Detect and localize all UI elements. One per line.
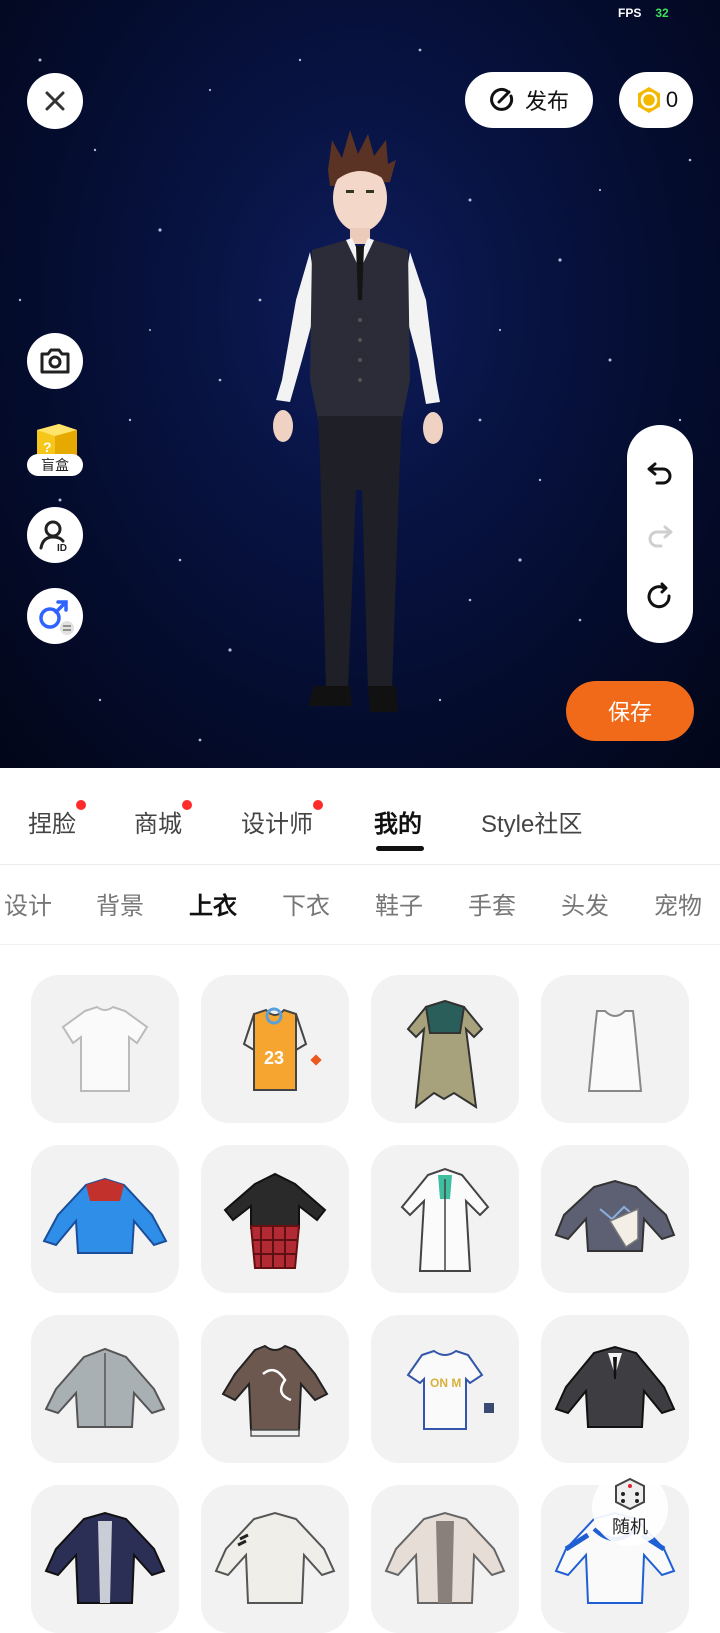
- tab-mall[interactable]: 商城: [134, 800, 192, 839]
- white-tshirt-icon: [61, 1005, 149, 1092]
- redo-button[interactable]: [636, 510, 684, 558]
- random-button[interactable]: 随机: [592, 1470, 668, 1546]
- undo-button[interactable]: [636, 447, 684, 495]
- tab-mall-label: 商城: [134, 811, 182, 838]
- publish-label: 发布: [524, 89, 569, 114]
- category-gloves[interactable]: 手套: [468, 886, 516, 921]
- tab-face[interactable]: 捏脸: [28, 800, 86, 839]
- active-tab-indicator: [376, 846, 424, 851]
- category-design[interactable]: 设计: [4, 886, 52, 921]
- white-shirt-jacket-icon: [214, 1511, 336, 1604]
- notification-dot: [76, 800, 86, 810]
- category-bottoms[interactable]: 下衣: [282, 886, 330, 921]
- svg-text:ON M: ON M: [430, 1376, 461, 1390]
- item-tile[interactable]: [541, 1315, 689, 1463]
- fps-counter: FPS 32: [618, 6, 669, 20]
- orange-jersey-icon: 23: [242, 1007, 322, 1091]
- coin-count: 0: [665, 87, 679, 112]
- blind-box-button[interactable]: ? 盲盒: [27, 416, 83, 482]
- svg-text:ID: ID: [57, 543, 67, 552]
- publish-icon: [490, 87, 514, 111]
- tab-mine[interactable]: 我的: [374, 804, 422, 839]
- dice-icon: [615, 1477, 645, 1511]
- black-hoodie-plaid-icon: [223, 1172, 327, 1269]
- svg-text:?: ?: [43, 439, 52, 455]
- navy-jacket-icon: [44, 1511, 166, 1604]
- camera-icon: [40, 348, 70, 374]
- item-tile[interactable]: [541, 975, 689, 1123]
- dark-suit-jacket-icon: [554, 1345, 676, 1428]
- avatar-id-button[interactable]: ID: [27, 507, 83, 563]
- item-tile[interactable]: [31, 1315, 179, 1463]
- category-pets[interactable]: 宠物: [654, 886, 702, 921]
- category-hair[interactable]: 头发: [561, 886, 609, 921]
- notification-dot: [182, 800, 192, 810]
- avatar-character[interactable]: [250, 130, 470, 740]
- redo-icon: [648, 525, 673, 548]
- publish-button[interactable]: 发布: [465, 72, 593, 128]
- svg-text:23: 23: [264, 1048, 284, 1068]
- avatar-scene[interactable]: FPS 32 发布 0 ? 盲盒 ID 保存: [0, 0, 720, 768]
- blue-jacket-icon: [42, 1177, 168, 1254]
- coin-icon: [637, 87, 660, 113]
- gender-switch-button[interactable]: [27, 588, 83, 644]
- tab-designer-label: 设计师: [241, 811, 313, 838]
- camera-button[interactable]: [27, 333, 83, 389]
- brown-tshirt-icon: [221, 1344, 329, 1437]
- history-controls: [627, 425, 693, 643]
- blind-box-label: 盲盒: [27, 454, 83, 476]
- tab-mine-label: 我的: [374, 811, 422, 838]
- notification-dot: [313, 800, 323, 810]
- item-tile[interactable]: [31, 975, 179, 1123]
- white-tank-top-icon: [587, 1010, 643, 1092]
- category-background[interactable]: 背景: [96, 886, 144, 921]
- item-tile[interactable]: [371, 1485, 519, 1633]
- male-gender-icon: [39, 600, 74, 635]
- item-tile[interactable]: 23: [201, 975, 349, 1123]
- fps-value: 32: [655, 6, 669, 20]
- white-labcoat-icon: [400, 1167, 490, 1272]
- tab-designer[interactable]: 设计师: [241, 800, 323, 839]
- white-jersey-icon: ON M: [406, 1349, 494, 1430]
- reset-button[interactable]: [636, 573, 684, 621]
- item-tile[interactable]: [371, 1145, 519, 1293]
- item-tile[interactable]: [31, 1485, 179, 1633]
- category-tab-bar: 设计 背景 上衣 下衣 鞋子 手套 头发 宠物: [0, 864, 720, 945]
- item-tile[interactable]: [201, 1315, 349, 1463]
- undo-icon: [647, 462, 672, 485]
- tab-style-community-label: Style社区: [481, 811, 583, 838]
- item-tile[interactable]: ON M: [371, 1315, 519, 1463]
- item-tile[interactable]: [541, 1145, 689, 1293]
- category-tops[interactable]: 上衣: [189, 886, 237, 921]
- item-tile[interactable]: [201, 1485, 349, 1633]
- save-button[interactable]: 保存: [566, 681, 694, 741]
- main-tab-bar: 捏脸 商城 设计师 我的 Style社区: [0, 768, 720, 865]
- grey-jacket-icon: [44, 1347, 166, 1428]
- person-id-icon: ID: [39, 520, 67, 552]
- category-shoes[interactable]: 鞋子: [375, 886, 423, 921]
- beige-coat-icon: [384, 1511, 506, 1604]
- reset-icon: [647, 582, 671, 609]
- random-label: 随机: [612, 1517, 648, 1537]
- item-tile[interactable]: [31, 1145, 179, 1293]
- close-button[interactable]: [27, 73, 83, 129]
- grey-sweater-icon: [554, 1179, 676, 1252]
- item-tile[interactable]: [201, 1145, 349, 1293]
- coin-balance[interactable]: 0: [619, 72, 693, 128]
- fps-label: FPS: [618, 6, 642, 20]
- green-robe-icon: [406, 999, 484, 1109]
- tab-face-label: 捏脸: [28, 811, 76, 838]
- item-tile[interactable]: [371, 975, 519, 1123]
- tab-style-community[interactable]: Style社区: [481, 804, 582, 839]
- close-icon: [45, 91, 65, 111]
